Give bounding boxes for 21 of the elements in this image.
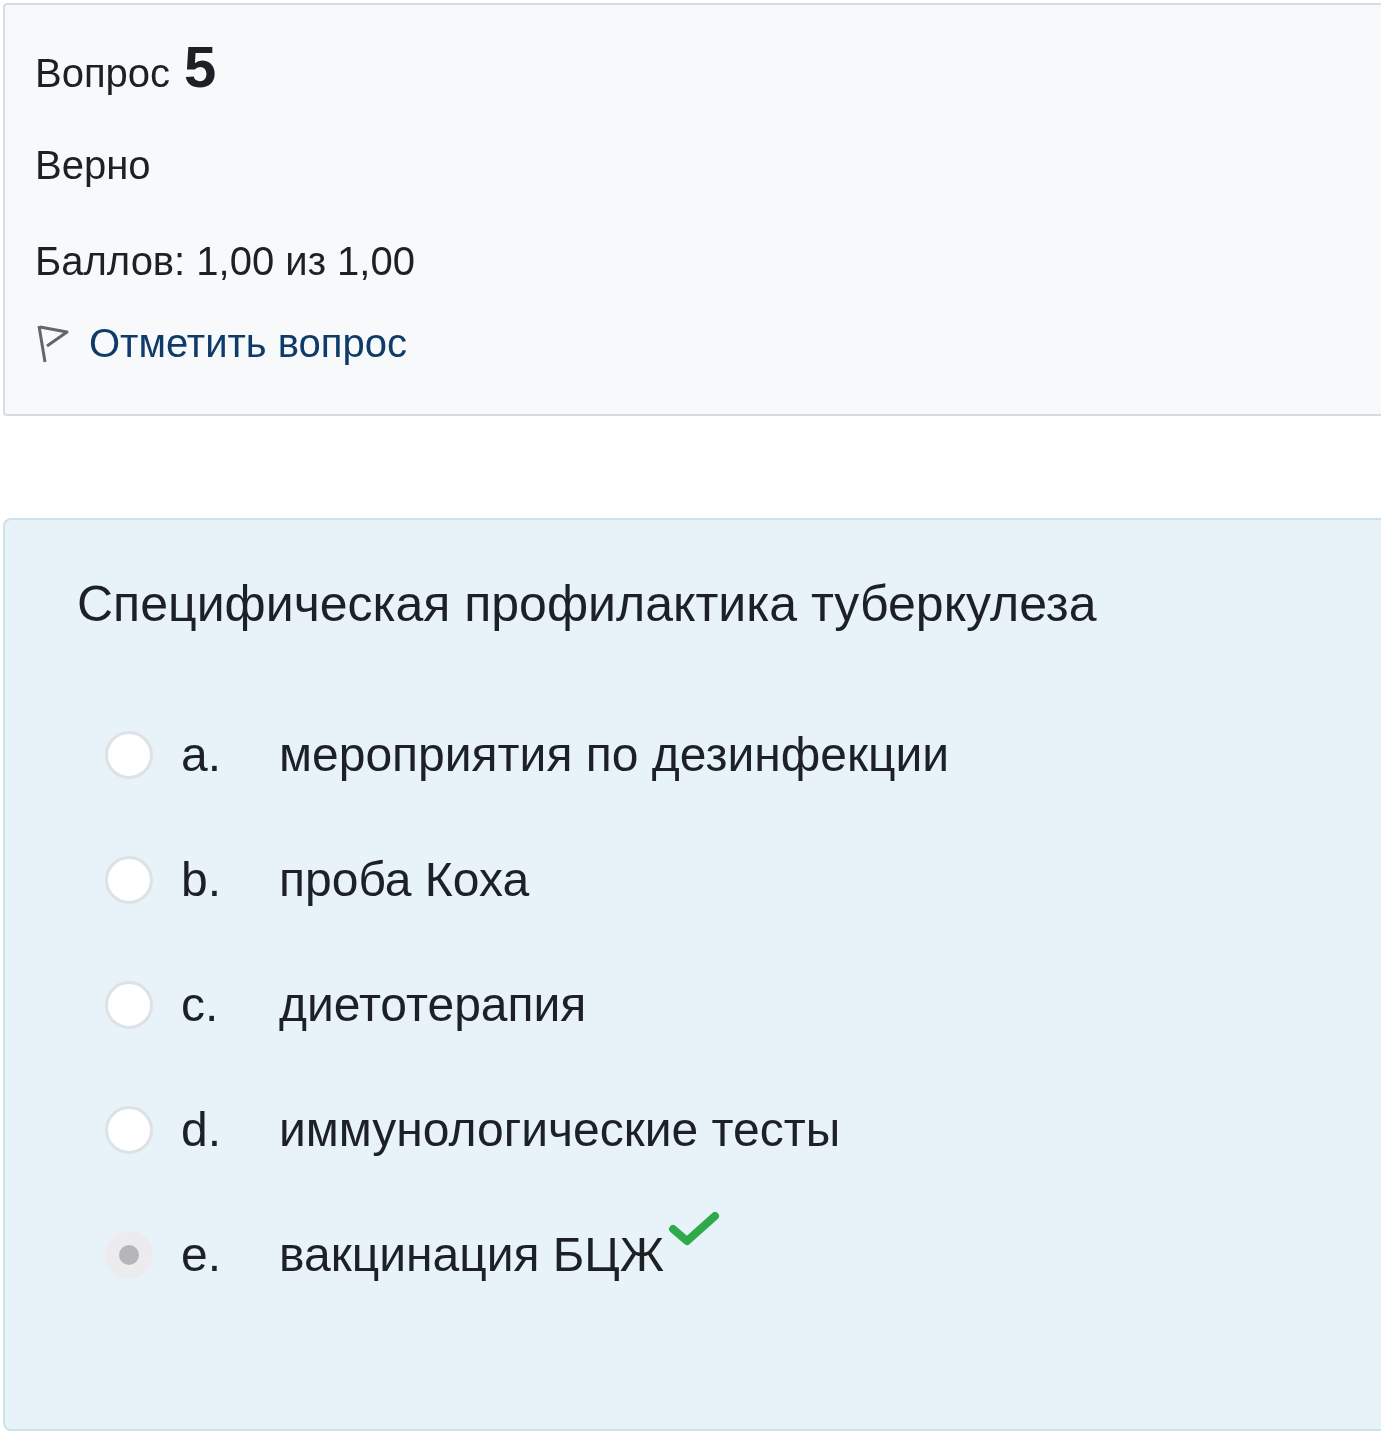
option-text: вакцинация БЦЖ [279,1227,665,1282]
radio-button[interactable] [105,1105,153,1154]
option-letter: a. [181,727,223,782]
option-text: иммунологические тесты [279,1102,841,1157]
option-letter: b. [181,852,223,907]
option-letter: d. [181,1102,223,1157]
question-label: Вопрос [35,51,171,96]
question-number: 5 [184,33,217,100]
option-text: диетотерапия [279,977,587,1032]
radio-button[interactable] [105,980,153,1029]
question-text: Специфическая профилактика туберкулеза [77,575,1098,633]
option-letter: e. [181,1227,223,1282]
grade-text: Баллов: 1,00 из 1,00 [35,238,416,285]
status-text: Верно [35,142,152,189]
option-text: проба Коха [279,852,530,907]
option-text: мероприятия по дезинфекции [279,727,949,782]
radio-button[interactable] [105,855,153,904]
radio-button[interactable] [105,1230,153,1279]
option-letter: c. [181,977,220,1032]
radio-button[interactable] [105,730,153,779]
flag-question-link[interactable]: Отметить вопрос [89,321,407,366]
